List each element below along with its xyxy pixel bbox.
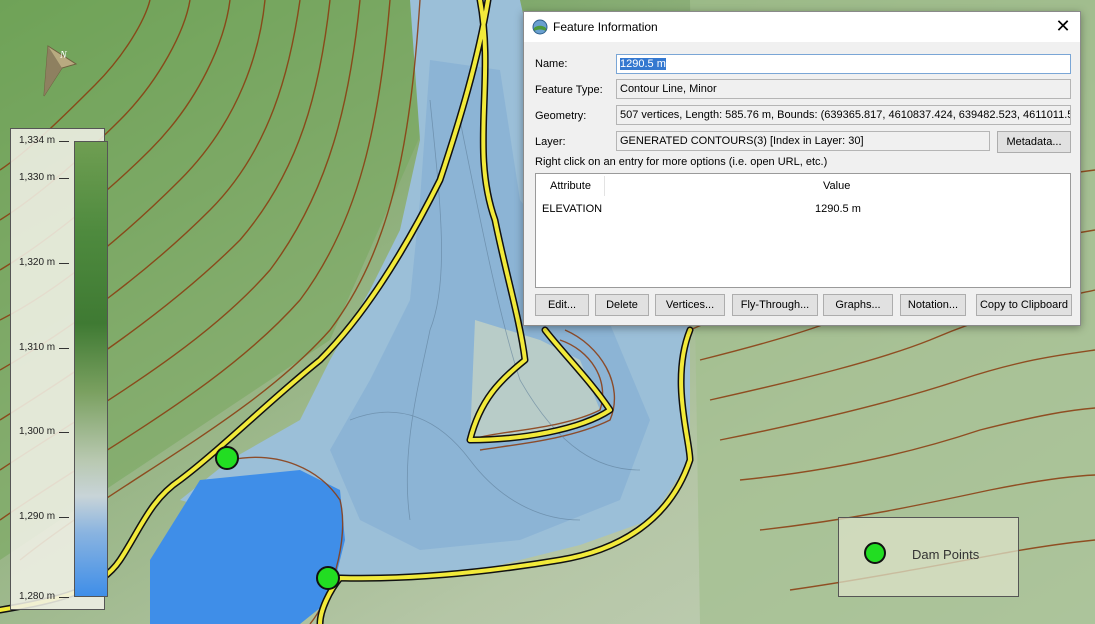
edit-button[interactable]: Edit... (535, 294, 589, 316)
name-field[interactable]: 1290.5 m (616, 54, 1071, 74)
elevation-tick: 1,320 m (19, 257, 70, 268)
dam-points-label: Dam Points (912, 547, 980, 562)
elevation-tick: 1,280 m (19, 591, 70, 602)
north-arrow-icon: N (43, 45, 78, 97)
vertices-button[interactable]: Vertices... (655, 294, 725, 316)
column-separator[interactable] (604, 176, 605, 196)
attribute-table[interactable]: Attribute Value ELEVATION 1290.5 m (535, 173, 1071, 288)
dam-points-legend: Dam Points (838, 517, 1019, 597)
dam-point (215, 446, 239, 470)
close-icon[interactable]: ✕ (1046, 12, 1080, 42)
elevation-tick: 1,290 m (19, 511, 70, 522)
graphs-button[interactable]: Graphs... (823, 294, 893, 316)
dialog-title: Feature Information (553, 20, 658, 34)
geometry-field[interactable]: 507 vertices, Length: 585.76 m, Bounds: … (616, 105, 1071, 125)
name-value: 1290.5 m (620, 58, 666, 70)
layer-label: Layer: (535, 136, 566, 148)
value-cell[interactable]: 1290.5 m (815, 203, 861, 215)
name-label: Name: (535, 58, 568, 70)
dam-point (316, 566, 340, 590)
feature-type-label: Feature Type: (535, 84, 603, 96)
fly-through-button[interactable]: Fly-Through... (732, 294, 818, 316)
attribute-cell[interactable]: ELEVATION (542, 203, 602, 215)
column-header-value[interactable]: Value (823, 174, 851, 198)
geometry-label: Geometry: (535, 110, 587, 122)
elevation-color-ramp (74, 141, 108, 597)
notation-button[interactable]: Notation... (900, 294, 966, 316)
dialog-titlebar[interactable]: Feature Information ✕ (524, 12, 1080, 42)
elevation-tick: 1,334 m (19, 135, 70, 146)
elevation-tick: 1,300 m (19, 426, 70, 437)
copy-to-clipboard-button[interactable]: Copy to Clipboard (976, 294, 1072, 316)
elevation-legend: 1,334 m 1,330 m 1,320 m 1,310 m 1,300 m … (10, 128, 108, 610)
delete-button[interactable]: Delete (595, 294, 649, 316)
svg-text:N: N (59, 50, 68, 61)
elevation-tick: 1,310 m (19, 342, 70, 353)
globe-app-icon (532, 19, 548, 35)
hint-text: Right click on an entry for more options… (535, 156, 828, 168)
feature-information-dialog: Feature Information ✕ Name: 1290.5 m Fea… (523, 11, 1081, 326)
feature-type-field[interactable]: Contour Line, Minor (616, 79, 1071, 99)
elevation-tick: 1,330 m (19, 172, 70, 183)
layer-field[interactable]: GENERATED CONTOURS(3) [Index in Layer: 3… (616, 131, 990, 151)
column-header-attribute[interactable]: Attribute (550, 174, 591, 198)
dam-point-symbol (864, 542, 886, 564)
metadata-button[interactable]: Metadata... (997, 131, 1071, 153)
